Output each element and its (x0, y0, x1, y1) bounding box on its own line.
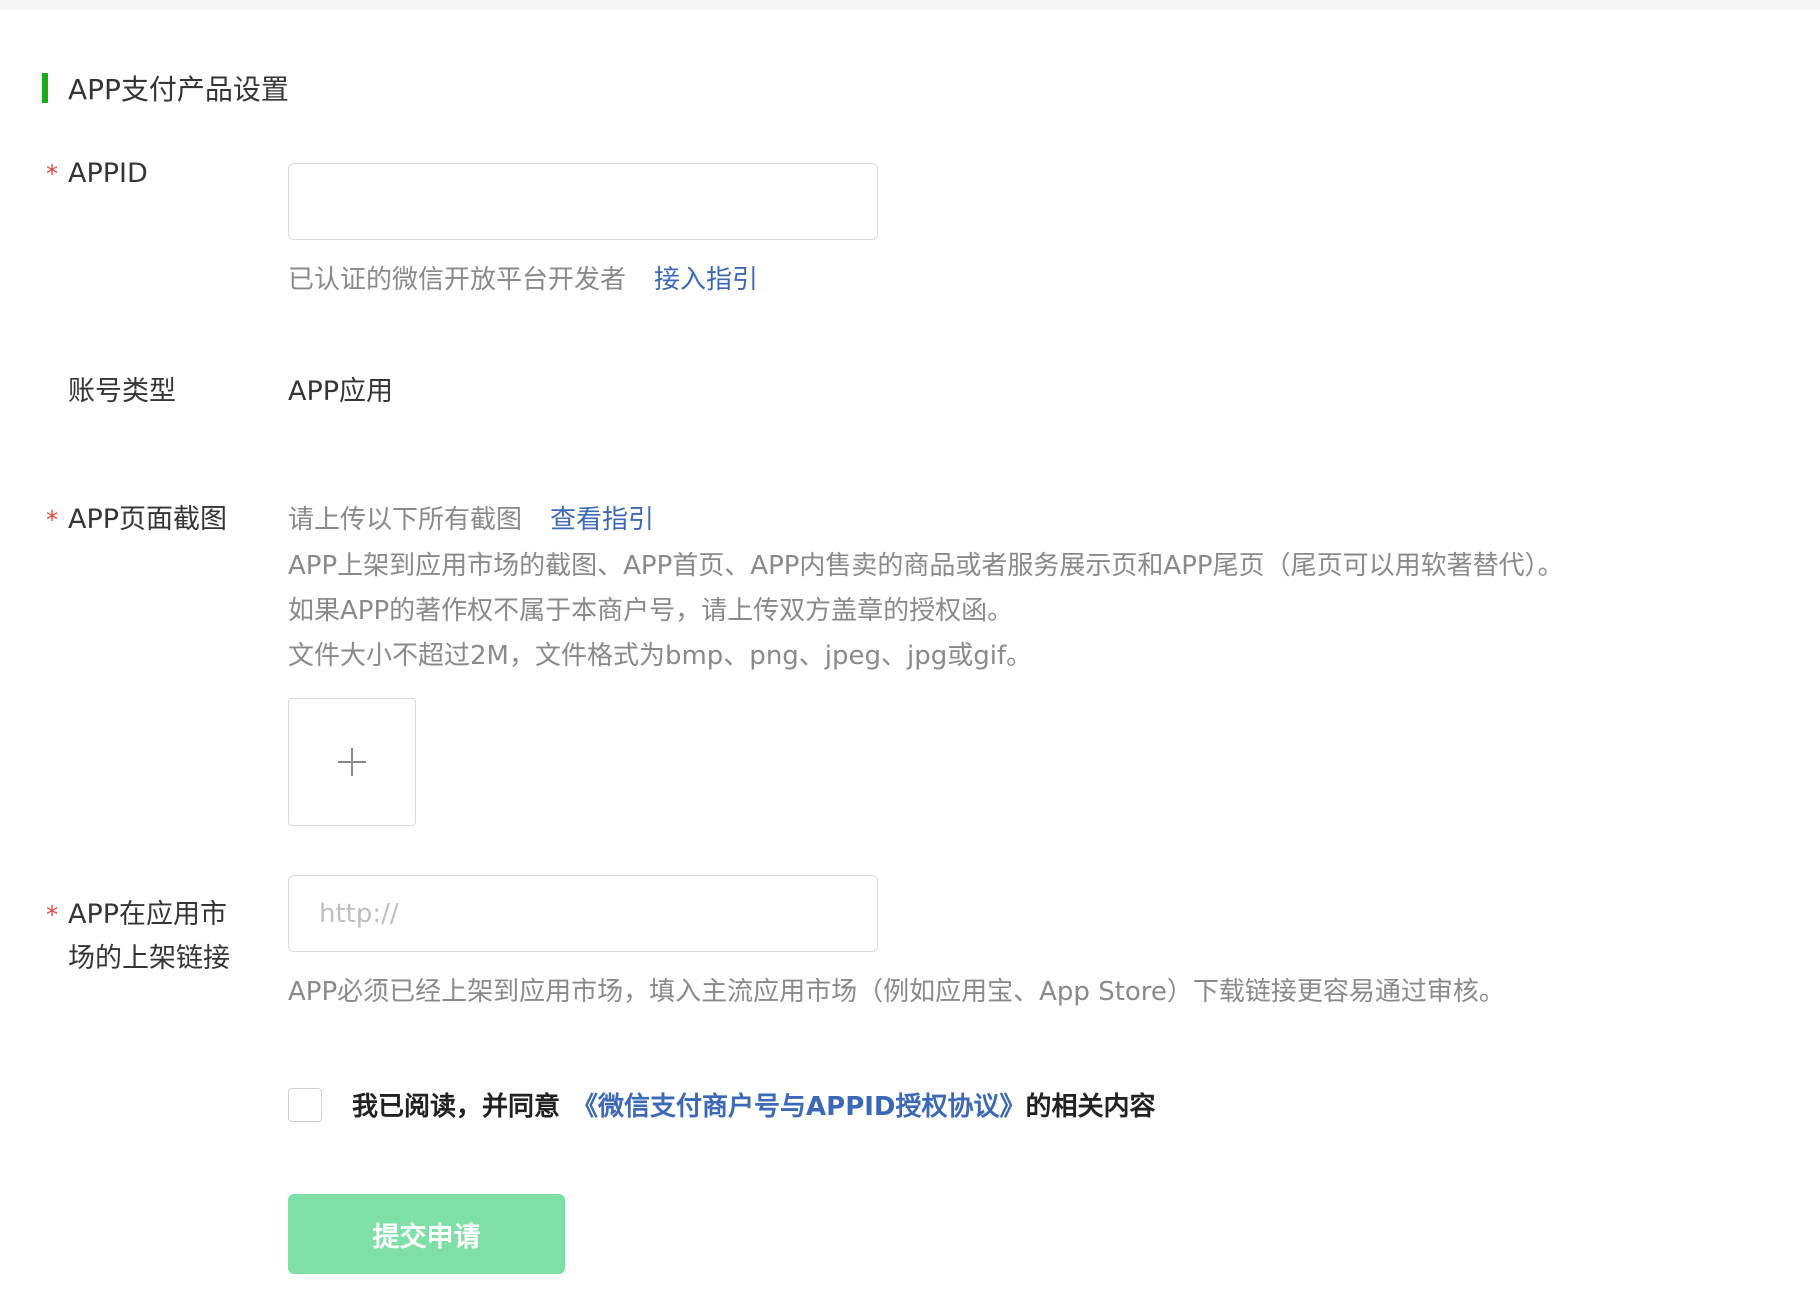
appid-hint-row: 已认证的微信开放平台开发者 接入指引 (288, 258, 758, 302)
required-mark: * (46, 160, 58, 188)
market-link-input[interactable] (288, 875, 878, 952)
market-link-label-line2: 场的上架链接 (68, 943, 230, 974)
section-accent-bar (42, 73, 48, 103)
agreement-checkbox[interactable] (288, 1087, 322, 1122)
appid-input[interactable] (288, 163, 878, 240)
account-type-label: 账号类型 (68, 376, 176, 407)
screenshots-desc-2: 如果APP的著作权不属于本商户号，请上传双方盖章的授权函。 (288, 596, 1014, 626)
required-mark: * (46, 506, 58, 534)
market-link-label-line1: APP在应用市 (68, 899, 228, 930)
screenshots-label: APP页面截图 (68, 504, 228, 535)
appid-label: APPID (68, 158, 148, 189)
section-header: APP支付产品设置 (42, 68, 289, 108)
top-strip (0, 0, 1820, 10)
appid-hint: 已认证的微信开放平台开发者 (288, 265, 627, 295)
market-link-label-row: * APP在应用市 场的上架链接 (46, 893, 230, 981)
screenshots-desc-1: APP上架到应用市场的截图、APP首页、APP内售卖的商品或者服务展示页和APP… (288, 551, 1564, 581)
agreement-row: 我已阅读，并同意 《微信支付商户号与APPID授权协议》 的相关内容 (288, 1086, 1156, 1123)
submit-button[interactable]: 提交申请 (288, 1194, 565, 1274)
account-type-value: APP应用 (288, 376, 394, 407)
appid-label-row: * APPID (46, 152, 148, 196)
market-link-hint: APP必须已经上架到应用市场，填入主流应用市场（例如应用宝、App Store）… (288, 977, 1505, 1007)
screenshots-label-row: * APP页面截图 (46, 498, 227, 542)
agreement-prefix: 我已阅读，并同意 (352, 1092, 561, 1122)
access-guide-link[interactable]: 接入指引 (654, 265, 758, 295)
screenshots-hint-row: 请上传以下所有截图 查看指引 (288, 498, 654, 542)
upload-button[interactable] (288, 698, 416, 826)
agreement-link[interactable]: 《微信支付商户号与APPID授权协议》 (572, 1086, 1026, 1123)
screenshots-desc-3: 文件大小不超过2M，文件格式为bmp、png、jpeg、jpg或gif。 (288, 641, 1033, 671)
required-mark: * (46, 901, 58, 929)
section-title: APP支付产品设置 (68, 73, 289, 106)
plus-icon (338, 748, 366, 776)
view-guide-link[interactable]: 查看指引 (550, 505, 654, 535)
account-type-label-row: 账号类型 (46, 370, 176, 414)
screenshots-hint: 请上传以下所有截图 (288, 505, 523, 535)
agreement-suffix: 的相关内容 (1025, 1092, 1156, 1122)
